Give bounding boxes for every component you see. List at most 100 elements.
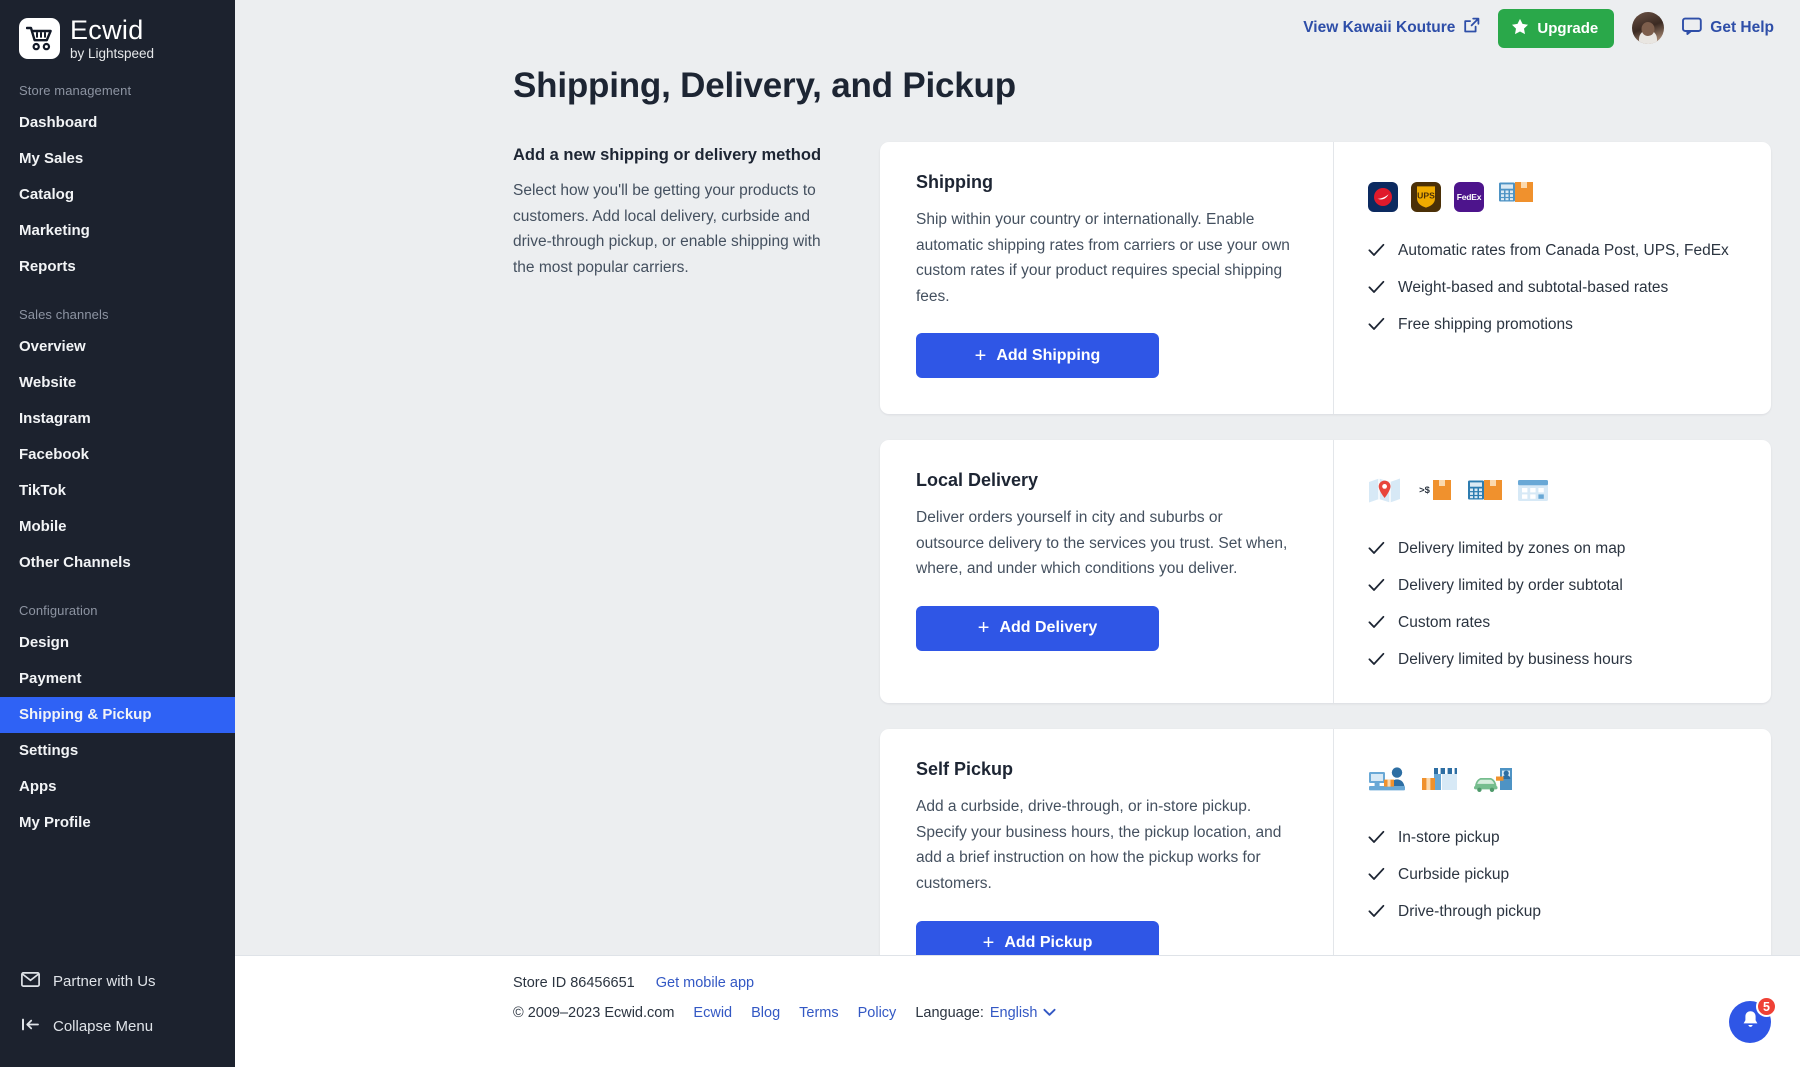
footer: Store ID 86456651 Get mobile app © 2009–… (235, 955, 1800, 1067)
sidebar-item-shipping-and-pickup[interactable]: Shipping & Pickup (0, 697, 235, 733)
brand-logo[interactable]: Ecwid by Lightspeed (0, 0, 235, 61)
self-pickup-card: Self Pickup Add a curbside, drive-throug… (880, 729, 1771, 955)
sidebar-item-dashboard[interactable]: Dashboard (0, 105, 235, 141)
get-help-link[interactable]: Get Help (1682, 17, 1774, 40)
sidebar-item-my-profile[interactable]: My Profile (0, 805, 235, 841)
notification-badge: 5 (1756, 996, 1777, 1017)
collapse-left-icon (21, 1017, 40, 1036)
plus-icon: + (983, 933, 995, 953)
view-store-label: View Kawaii Kouture (1303, 19, 1455, 37)
feature-label: Weight-based and subtotal-based rates (1398, 279, 1668, 298)
nav-group-label-store-management: Store management (0, 61, 235, 105)
feature-item: In-store pickup (1368, 829, 1745, 849)
shipping-card-side: UPS FedEx (1333, 142, 1771, 414)
feature-label: Automatic rates from Canada Post, UPS, F… (1398, 242, 1729, 261)
local-delivery-card-main: Local Delivery Deliver orders yourself i… (880, 440, 1333, 703)
subtotal-box-icon: >$ (1415, 475, 1453, 510)
content-columns: Add a new shipping or delivery method Se… (235, 106, 1800, 955)
shipping-card-description: Ship within your country or internationa… (916, 207, 1293, 309)
feature-item: Free shipping promotions (1368, 316, 1745, 336)
feature-label: In-store pickup (1398, 829, 1500, 848)
feature-label: Custom rates (1398, 614, 1490, 633)
sidebar-bottom-section: Partner with Us Collapse Menu (0, 959, 235, 1067)
shipping-card: Shipping Ship within your country or int… (880, 142, 1771, 414)
sidebar-item-reports[interactable]: Reports (0, 249, 235, 285)
nav-group-label-configuration: Configuration (0, 581, 235, 625)
sidebar-item-instagram[interactable]: Instagram (0, 401, 235, 437)
sidebar-item-marketing[interactable]: Marketing (0, 213, 235, 249)
intro-title: Add a new shipping or delivery method (513, 146, 843, 165)
sidebar-item-my-sales[interactable]: My Sales (0, 141, 235, 177)
feature-item: Automatic rates from Canada Post, UPS, F… (1368, 242, 1745, 262)
footer-link-ecwid[interactable]: Ecwid (693, 1005, 732, 1021)
upgrade-label: Upgrade (1537, 20, 1598, 37)
sidebar-item-mobile[interactable]: Mobile (0, 509, 235, 545)
footer-link-blog[interactable]: Blog (751, 1005, 780, 1021)
feature-label: Delivery limited by zones on map (1398, 540, 1625, 559)
app-root: Ecwid by Lightspeed Store management Das… (0, 0, 1800, 1067)
sidebar-item-apps[interactable]: Apps (0, 769, 235, 805)
local-delivery-card-side: >$ (1333, 440, 1771, 703)
feature-item: Delivery limited by order subtotal (1368, 577, 1745, 597)
check-icon (1368, 830, 1385, 849)
check-icon (1368, 280, 1385, 299)
brand-subtitle: by Lightspeed (70, 47, 154, 61)
view-store-link[interactable]: View Kawaii Kouture (1303, 17, 1480, 39)
feature-label: Delivery limited by order subtotal (1398, 577, 1623, 596)
sidebar-bottom-label: Partner with Us (53, 973, 156, 990)
calculator-box-icon (1497, 177, 1535, 212)
local-delivery-feature-icons: >$ (1368, 476, 1745, 510)
sidebar-item-payment[interactable]: Payment (0, 661, 235, 697)
chat-bubble-icon (1682, 17, 1702, 40)
upgrade-button[interactable]: Upgrade (1498, 9, 1614, 48)
footer-link-terms[interactable]: Terms (799, 1005, 838, 1021)
page-content: Shipping, Delivery, and Pickup Add a new… (235, 56, 1800, 955)
local-delivery-card: Local Delivery Deliver orders yourself i… (880, 440, 1771, 703)
sidebar-item-settings[interactable]: Settings (0, 733, 235, 769)
language-selector[interactable]: Language: English (915, 1005, 1056, 1021)
add-delivery-button[interactable]: + Add Delivery (916, 606, 1159, 651)
footer-row-primary: Store ID 86456651 Get mobile app (513, 975, 1800, 991)
get-help-label: Get Help (1710, 19, 1774, 37)
footer-link-policy[interactable]: Policy (858, 1005, 897, 1021)
in-store-counter-icon (1368, 766, 1408, 799)
sidebar-item-facebook[interactable]: Facebook (0, 437, 235, 473)
check-icon (1368, 904, 1385, 923)
feature-label: Delivery limited by business hours (1398, 651, 1632, 670)
sidebar-item-collapse-menu[interactable]: Collapse Menu (0, 1004, 235, 1049)
language-label: Language: (915, 1005, 984, 1021)
method-cards: Shipping Ship within your country or int… (880, 142, 1800, 955)
svg-text:UPS: UPS (1417, 191, 1435, 201)
shipping-card-title: Shipping (916, 172, 1293, 193)
drive-through-car-icon (1472, 766, 1514, 799)
map-pin-icon (1368, 475, 1402, 510)
sidebar-item-overview[interactable]: Overview (0, 329, 235, 365)
footer-row-secondary: © 2009–2023 Ecwid.com Ecwid Blog Terms P… (513, 1005, 1800, 1021)
fedex-icon: FedEx (1454, 182, 1484, 212)
add-pickup-button[interactable]: + Add Pickup (916, 921, 1159, 956)
check-icon (1368, 615, 1385, 634)
sidebar: Ecwid by Lightspeed Store management Das… (0, 0, 235, 1067)
sidebar-item-catalog[interactable]: Catalog (0, 177, 235, 213)
check-icon (1368, 578, 1385, 597)
sidebar-item-partner-with-us[interactable]: Partner with Us (0, 959, 235, 1004)
avatar[interactable] (1632, 12, 1664, 44)
plus-icon: + (978, 618, 990, 638)
get-mobile-app-link[interactable]: Get mobile app (656, 975, 754, 991)
notifications-button[interactable]: 5 (1729, 1001, 1771, 1043)
sidebar-item-other-channels[interactable]: Other Channels (0, 545, 235, 581)
sidebar-item-tiktok[interactable]: TikTok (0, 473, 235, 509)
feature-item: Drive-through pickup (1368, 903, 1745, 923)
sidebar-item-website[interactable]: Website (0, 365, 235, 401)
brand-name: Ecwid (70, 17, 154, 44)
add-shipping-button[interactable]: + Add Shipping (916, 333, 1159, 378)
feature-item: Weight-based and subtotal-based rates (1368, 279, 1745, 299)
self-pickup-card-description: Add a curbside, drive-through, or in-sto… (916, 794, 1293, 896)
canada-post-icon (1368, 182, 1398, 212)
shipping-card-main: Shipping Ship within your country or int… (880, 142, 1333, 414)
feature-item: Delivery limited by business hours (1368, 651, 1745, 671)
add-shipping-label: Add Shipping (996, 347, 1100, 365)
sidebar-item-design[interactable]: Design (0, 625, 235, 661)
check-icon (1368, 541, 1385, 560)
calculator-box-icon (1466, 475, 1504, 510)
